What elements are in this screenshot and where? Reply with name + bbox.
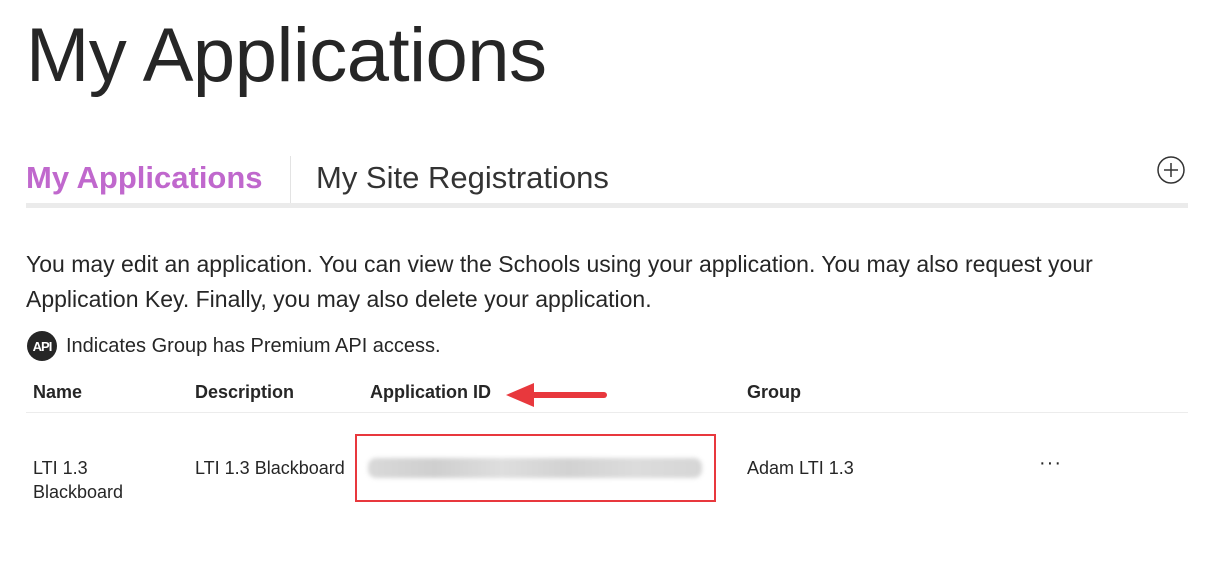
column-header-description[interactable]: Description (195, 382, 294, 403)
more-options-button[interactable]: ··· (1039, 452, 1062, 475)
page-title: My Applications (26, 13, 547, 98)
cell-name-line2: Blackboard (33, 482, 124, 502)
page-description: You may edit an application. You can vie… (26, 251, 1093, 312)
api-note: API Indicates Group has Premium API acce… (27, 331, 441, 361)
cell-description: LTI 1.3 Blackboard (195, 458, 345, 478)
tab-bar: My Applications My Site Registrations (26, 150, 1188, 204)
cell-group: Adam LTI 1.3 (747, 458, 854, 478)
page: My Applications My Applications My Site … (0, 0, 1218, 583)
api-badge-icon: API (27, 331, 57, 361)
tabs-underline (26, 203, 1188, 208)
cell-name-line1: LTI 1.3 (33, 458, 88, 478)
plus-circle-icon[interactable] (1157, 156, 1185, 184)
annotation-highlight-box (355, 434, 716, 502)
column-header-application-id[interactable]: Application ID (370, 382, 491, 403)
api-note-text: Indicates Group has Premium API access. (66, 334, 441, 357)
column-header-group[interactable]: Group (747, 382, 801, 403)
column-header-name[interactable]: Name (33, 382, 82, 403)
cell-name: LTI 1.3 Blackboard (33, 456, 123, 504)
tab-my-site-registrations[interactable]: My Site Registrations (316, 158, 609, 198)
annotation-arrow (506, 383, 607, 407)
tab-divider (290, 156, 291, 204)
tab-my-applications[interactable]: My Applications (26, 158, 263, 198)
